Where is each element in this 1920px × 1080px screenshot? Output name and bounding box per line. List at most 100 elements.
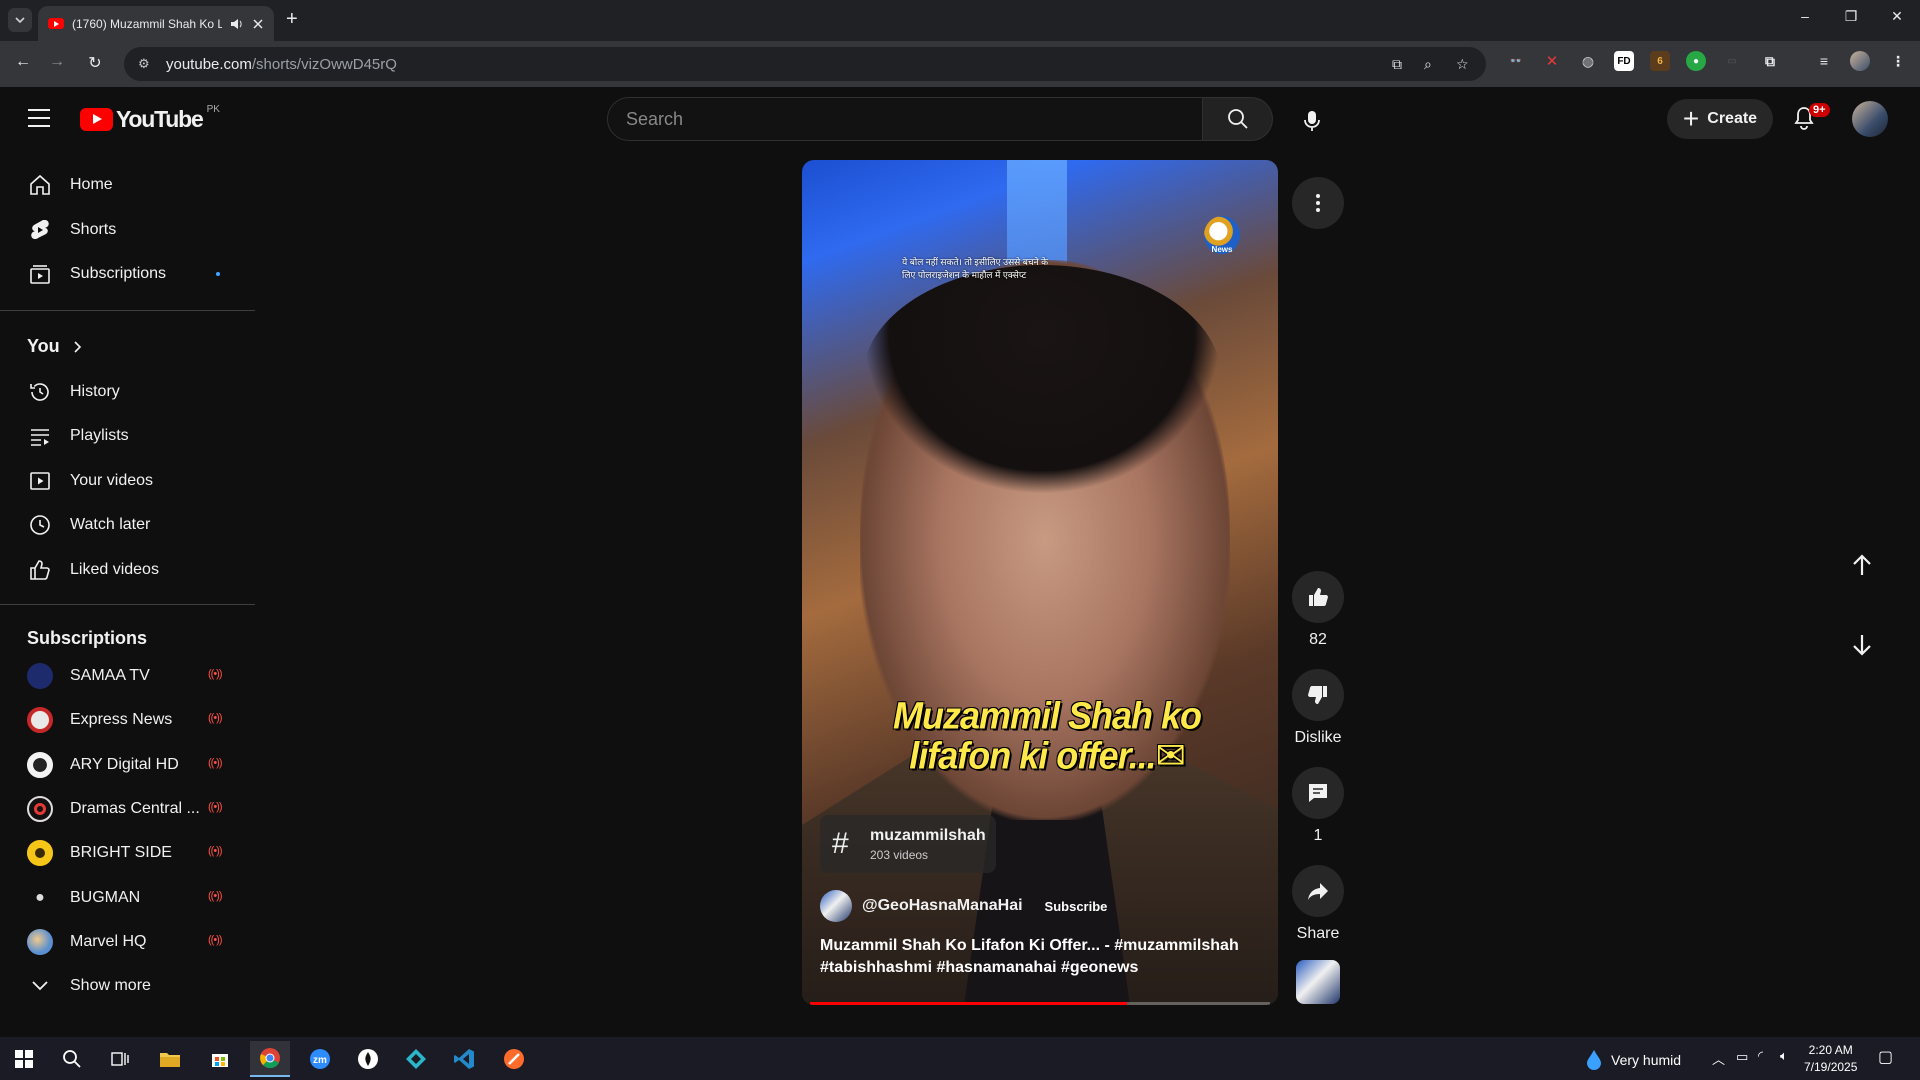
close-tab-icon[interactable] <box>252 18 264 30</box>
restore-icon[interactable]: ❐ <box>1828 8 1874 25</box>
forward-icon[interactable]: → <box>46 53 68 71</box>
sidebar-item-home[interactable]: Home <box>12 165 244 205</box>
you-section-heading[interactable]: You <box>27 336 82 357</box>
home-icon <box>30 174 50 195</box>
more-options-button[interactable] <box>1292 177 1344 229</box>
show-more-button[interactable]: Show more <box>12 966 244 1006</box>
hashtag-icon: # <box>832 827 849 860</box>
microsoft-store-icon[interactable] <box>200 1041 240 1077</box>
back-icon[interactable]: ← <box>12 53 34 71</box>
sidebar-item-your-videos[interactable]: Your videos <box>12 461 244 501</box>
reload-icon[interactable]: ↻ <box>84 53 106 73</box>
battery-icon[interactable]: ▭ <box>1736 1049 1748 1065</box>
extension-badge-icon[interactable]: 6 <box>1650 51 1670 71</box>
zoom-app-icon[interactable]: zm <box>300 1041 340 1077</box>
show-hidden-icons[interactable]: ︿ <box>1712 1049 1725 1068</box>
speaker-icon[interactable] <box>230 18 244 30</box>
progress-bar[interactable] <box>810 1002 1270 1005</box>
subscribe-button[interactable]: Subscribe <box>1045 899 1108 914</box>
history-icon <box>30 383 49 401</box>
close-window-icon[interactable]: ✕ <box>1874 8 1920 25</box>
dislike-button[interactable] <box>1292 669 1344 721</box>
sidebar-item-watch-later[interactable]: Watch later <box>12 505 244 545</box>
video-description[interactable]: Muzammil Shah Ko Lifafon Ki Offer... - #… <box>820 935 1240 979</box>
sidebar-sub-bugman[interactable]: ● BUGMAN ((•)) <box>12 878 244 918</box>
previous-short-button[interactable] <box>1842 545 1882 585</box>
extension-glasses-icon[interactable]: 👓 <box>1506 51 1526 71</box>
system-clock[interactable]: 2:20 AM 7/19/2025 <box>1804 1042 1857 1076</box>
windows-start-icon[interactable] <box>4 1041 44 1077</box>
extension-x-icon[interactable]: ✕ <box>1542 51 1562 71</box>
browser-menu-icon[interactable]: ⋮ <box>1888 51 1908 71</box>
sidebar-item-label: Subscriptions <box>70 265 167 282</box>
share-action: Share <box>1292 865 1344 943</box>
site-info-icon[interactable]: ⚙ <box>138 56 158 72</box>
extensions-puzzle-icon[interactable]: ⧉ <box>1760 51 1780 71</box>
taskbar-search-icon[interactable] <box>52 1041 92 1077</box>
channel-avatar[interactable] <box>820 890 852 922</box>
youtube-logo[interactable]: YouTube PK <box>80 104 220 133</box>
sidebar-item-shorts[interactable]: Shorts <box>12 210 244 250</box>
browser-tab-active[interactable]: (1760) Muzammil Shah Ko L <box>38 6 274 41</box>
bookmark-star-icon[interactable]: ☆ <box>1456 56 1469 73</box>
search-button[interactable] <box>1203 97 1273 141</box>
profile-avatar-icon[interactable] <box>1850 51 1870 71</box>
hamburger-menu-icon[interactable] <box>28 109 50 127</box>
app-orange-icon[interactable] <box>494 1041 534 1077</box>
cast-icon[interactable]: ⧉ <box>1392 56 1402 73</box>
hashtag-chip[interactable]: # muzammilshah 203 videos <box>820 815 996 873</box>
sidebar-sub-bright-side[interactable]: BRIGHT SIDE ((•)) <box>12 833 244 873</box>
you-heading-label: You <box>27 336 60 356</box>
remix-sound-thumbnail[interactable] <box>1296 960 1340 1004</box>
sidebar-item-liked-videos[interactable]: Liked videos <box>12 550 244 590</box>
like-action: 82 <box>1292 571 1344 649</box>
shorts-video-player[interactable]: News ये बोल नहीं सकते। तो इसीलिए उससे बच… <box>802 160 1278 1005</box>
sidebar-sub-express-news[interactable]: Express News ((•)) <box>12 700 244 740</box>
create-button[interactable]: + Create <box>1667 99 1773 139</box>
media-control-icon[interactable]: ≡ <box>1814 51 1834 71</box>
weather-widget[interactable]: Very humid <box>1585 1049 1681 1071</box>
sidebar-sub-marvel-hq[interactable]: Marvel HQ ((•)) <box>12 922 244 962</box>
vscode-icon[interactable] <box>444 1041 484 1077</box>
extension-gray-icon[interactable]: ▭ <box>1722 51 1742 71</box>
extension-green-icon[interactable]: ● <box>1686 51 1706 71</box>
extension-globe-icon[interactable]: ◍ <box>1578 51 1598 71</box>
wifi-icon[interactable]: ◜ <box>1758 1048 1763 1064</box>
svg-text:zm: zm <box>313 1055 327 1066</box>
share-button[interactable] <box>1292 865 1344 917</box>
description-line-1: Muzammil Shah Ko Lifafon Ki Offer... - #… <box>820 937 1239 954</box>
hashtag-video-count: 203 videos <box>870 847 929 862</box>
url-host: youtube.com <box>166 55 252 73</box>
app-drop-icon[interactable] <box>348 1041 388 1077</box>
task-view-icon[interactable] <box>100 1041 140 1077</box>
sidebar-item-subscriptions[interactable]: Subscriptions <box>12 254 244 294</box>
watermark-text: News <box>1211 245 1233 254</box>
volume-icon[interactable]: 🔈︎ <box>1780 1048 1788 1064</box>
minimize-icon[interactable]: – <box>1782 8 1828 24</box>
tab-list-button[interactable] <box>8 8 32 32</box>
dislike-label: Dislike <box>1294 729 1342 746</box>
file-explorer-icon[interactable] <box>150 1041 190 1077</box>
address-bar[interactable]: ⚙ youtube.com/shorts/vizOwwD45rQ ⧉ ⌕ ☆ <box>124 47 1486 81</box>
zoom-icon[interactable]: ⌕ <box>1424 56 1432 73</box>
sidebar-sub-dramas-central[interactable]: Dramas Central ... ((•)) <box>12 789 244 829</box>
comments-button[interactable] <box>1292 767 1344 819</box>
action-center-icon[interactable]: ▢ <box>1878 1047 1893 1067</box>
search-input[interactable]: Search <box>607 97 1203 141</box>
masthead: YouTube PK Search + Create 9+ <box>0 87 1920 149</box>
new-tab-button[interactable]: + <box>286 9 298 29</box>
sidebar-sub-samaa-tv[interactable]: SAMAA TV ((•)) <box>12 656 244 696</box>
like-button[interactable] <box>1292 571 1344 623</box>
extension-fd-icon[interactable]: FD <box>1614 51 1634 71</box>
account-avatar[interactable] <box>1852 101 1888 137</box>
sidebar-item-history[interactable]: History <box>12 372 244 412</box>
sidebar-sub-ary-digital-hd[interactable]: ARY Digital HD ((•)) <box>12 745 244 785</box>
plus-icon: + <box>1682 103 1700 134</box>
voice-search-button[interactable] <box>1292 101 1332 141</box>
channel-handle[interactable]: @GeoHasnaManaHai <box>862 897 1023 915</box>
next-short-button[interactable] <box>1842 625 1882 665</box>
sidebar-item-playlists[interactable]: Playlists <box>12 416 244 456</box>
sidebar-item-label: Home <box>70 176 113 193</box>
chrome-taskbar-icon[interactable] <box>250 1041 290 1077</box>
app-diamond-icon[interactable] <box>396 1041 436 1077</box>
